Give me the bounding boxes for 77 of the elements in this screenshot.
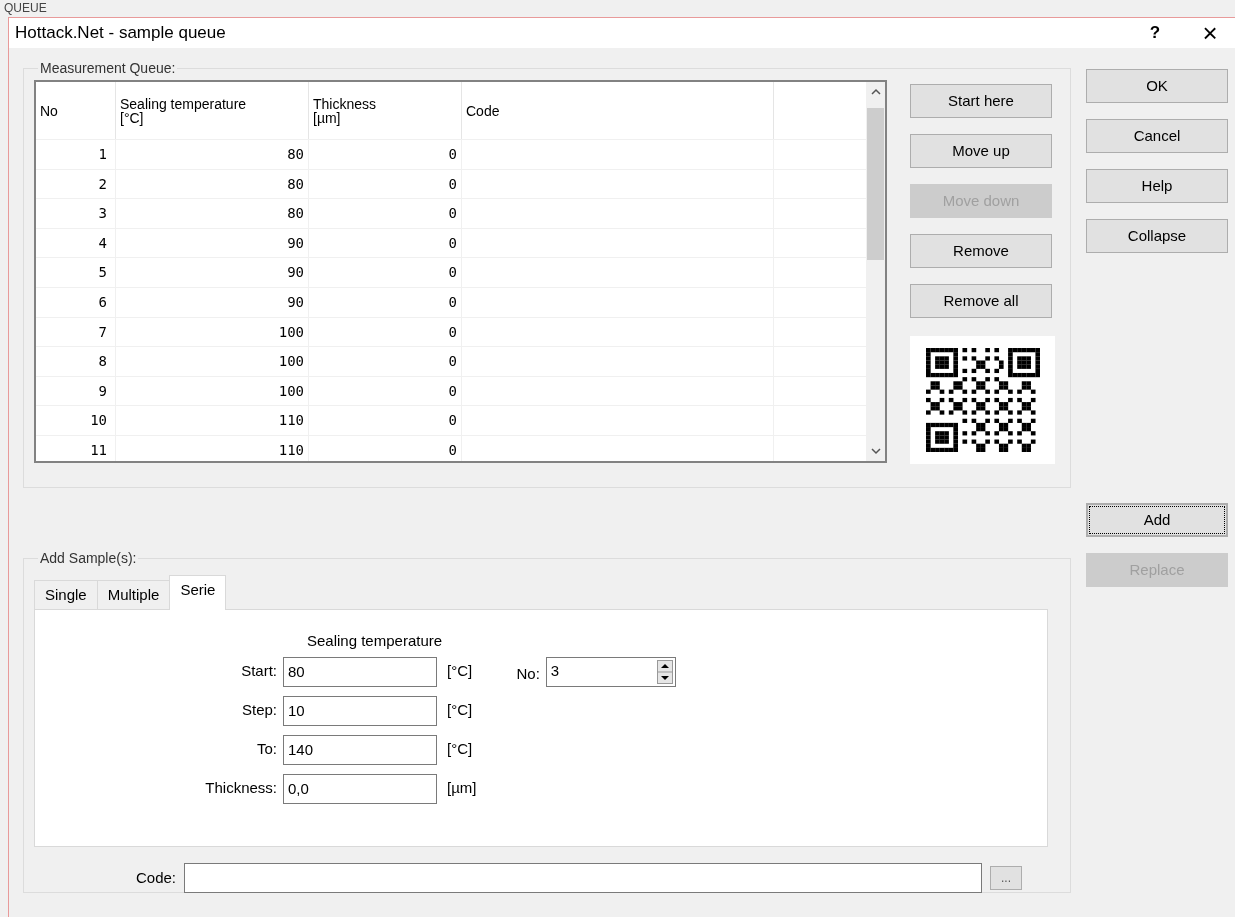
column-header[interactable]: No [36, 82, 116, 139]
field-label: Code: [134, 867, 177, 888]
table-cell: 80 [116, 169, 309, 199]
field-label: Start: [240, 661, 278, 682]
table-cell: 0 [309, 317, 462, 347]
table-cell: 80 [116, 140, 309, 169]
close-button[interactable]: × [1185, 18, 1235, 48]
table-cell: 8 [36, 347, 116, 376]
qr-code-icon [925, 348, 1040, 452]
action-button[interactable]: Remove all [910, 284, 1052, 318]
tab[interactable]: Single [34, 580, 98, 610]
table-cell: 90 [116, 287, 309, 317]
background-label: QUEUE [4, 1, 48, 15]
table-cell: 0 [309, 435, 462, 461]
table-cell: 0 [309, 258, 462, 287]
table-cell: 5 [36, 258, 116, 287]
input-field[interactable]: 80 [283, 656, 437, 687]
table-cell: 0 [309, 287, 462, 317]
table-cell: 100 [116, 376, 309, 406]
number-spinner[interactable]: 3 [545, 656, 676, 687]
field-label: Step: [240, 700, 278, 721]
table-cell: 90 [116, 228, 309, 258]
table-cell: 100 [116, 317, 309, 347]
table-cell: 10 [36, 406, 116, 435]
column-header[interactable]: Sealing temperature [°C] [116, 82, 309, 139]
unit-label: [°C] [447, 661, 473, 682]
table-cell: 4 [36, 228, 116, 258]
action-button[interactable]: OK [1086, 69, 1228, 103]
table-cell: 100 [116, 347, 309, 376]
input-field[interactable]: 10 [283, 695, 437, 726]
table-cell: 6 [36, 287, 116, 317]
browse-button[interactable]: ... [990, 866, 1022, 890]
table-cell: 80 [116, 199, 309, 228]
table-cell: 0 [309, 376, 462, 406]
field-label: To: [256, 739, 278, 760]
table-cell: 90 [116, 258, 309, 287]
field-label: No: [516, 663, 540, 684]
unit-label: [°C] [447, 739, 473, 760]
table-cell: 3 [36, 199, 116, 228]
table-cell: 0 [309, 406, 462, 435]
table-cell: 0 [309, 347, 462, 376]
input-field[interactable]: 0,0 [283, 773, 437, 804]
group-label: Measurement Queue: [39, 59, 177, 78]
scroll-down-icon[interactable] [870, 447, 881, 455]
table-cell: 9 [36, 376, 116, 406]
field-label: Thickness: [204, 778, 278, 799]
table-cell: 110 [116, 406, 309, 435]
scroll-up-icon[interactable] [870, 88, 881, 96]
action-button[interactable]: Remove [910, 234, 1052, 268]
action-button[interactable]: Move up [910, 134, 1052, 168]
section-heading: Sealing temperature [307, 631, 444, 651]
action-button[interactable]: Start here [910, 84, 1052, 118]
table-cell: 0 [309, 199, 462, 228]
table-cell: 0 [309, 169, 462, 199]
group-label: Add Sample(s): [39, 549, 138, 568]
spinner-arrows-icon[interactable] [656, 659, 673, 684]
window-title: Hottack.Net - sample queue [15, 22, 226, 45]
help-button[interactable]: ? [1135, 18, 1175, 48]
table-cell: 7 [36, 317, 116, 347]
action-button[interactable]: Cancel [1086, 119, 1228, 153]
code-field[interactable] [184, 863, 982, 893]
table-cell: 2 [36, 169, 116, 199]
table-cell: 11 [36, 435, 116, 461]
input-field[interactable]: 140 [283, 734, 437, 765]
column-header[interactable]: Code [462, 82, 774, 139]
action-button[interactable]: Collapse [1086, 219, 1228, 253]
table-cell: 0 [309, 228, 462, 258]
unit-label: [µm] [447, 778, 477, 799]
tab[interactable]: Serie [169, 575, 227, 610]
scrollbar[interactable] [866, 82, 885, 461]
table-cell: 1 [36, 140, 116, 169]
unit-label: [°C] [447, 700, 473, 721]
action-button[interactable]: Help [1086, 169, 1228, 203]
action-button[interactable]: Add [1086, 503, 1228, 537]
table-cell: 110 [116, 435, 309, 461]
column-header[interactable]: Thickness [µm] [309, 82, 462, 139]
table-cell: 0 [309, 140, 462, 169]
